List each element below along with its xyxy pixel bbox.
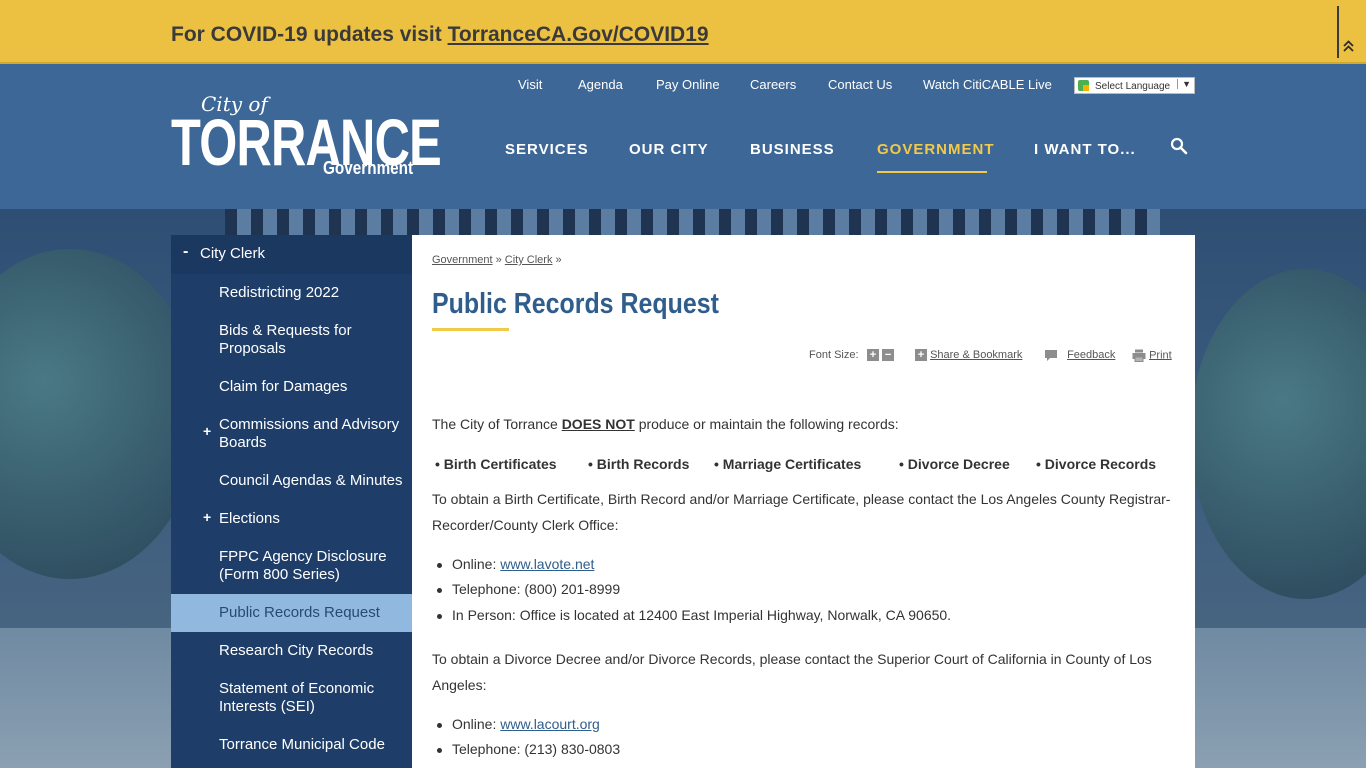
- record-type-item: • Birth Certificates: [435, 456, 557, 472]
- divorce-online-label: Online:: [452, 716, 501, 732]
- sidebar-item-council-agendas[interactable]: Council Agendas & Minutes: [219, 472, 409, 490]
- font-size-label: Font Size:: [809, 349, 859, 361]
- sidebar-item-municipal-code[interactable]: Torrance Municipal Code: [219, 736, 409, 754]
- sidebar-parent-row[interactable]: - City Clerk: [171, 235, 412, 274]
- record-type-item: • Divorce Decree: [899, 456, 1010, 472]
- sidebar-nav: - City Clerk Redistricting 2022 Bids & R…: [171, 235, 412, 768]
- list-item: Telephone: (800) 201-8999: [436, 581, 621, 597]
- intro-before: The City of Torrance: [432, 416, 562, 432]
- nav-government[interactable]: GOVERNMENT: [877, 141, 995, 158]
- record-type-item: • Marriage Certificates: [714, 456, 862, 472]
- sidebar-item-bids[interactable]: Bids & Requests for Proposals: [219, 322, 409, 358]
- lacourt-link[interactable]: www.lacourt.org: [500, 716, 600, 732]
- intro-after: produce or maintain the following record…: [634, 416, 899, 432]
- util-nav-visit[interactable]: Visit: [518, 77, 542, 92]
- intro-emphasis: DOES NOT: [561, 416, 635, 432]
- lavote-link[interactable]: www.lavote.net: [500, 556, 594, 572]
- print-link[interactable]: Print: [1149, 349, 1172, 361]
- util-nav-contact-us[interactable]: Contact Us: [828, 77, 892, 92]
- sidebar-item-redistricting[interactable]: Redistricting 2022: [219, 284, 409, 302]
- language-select[interactable]: Select Language ▼: [1074, 77, 1195, 94]
- breadcrumb-government[interactable]: Government: [432, 254, 493, 266]
- breadcrumb-city-clerk[interactable]: City Clerk: [505, 254, 553, 266]
- dropdown-arrow-icon: ▼: [1177, 79, 1191, 89]
- covid-prefix: For COVID-19 updates visit: [171, 23, 448, 46]
- breadcrumb-separator: »: [555, 254, 562, 266]
- nav-business[interactable]: BUSINESS: [750, 141, 835, 158]
- share-bookmark[interactable]: + Share & Bookmark: [915, 349, 1022, 362]
- feedback[interactable]: Feedback: [1044, 349, 1115, 362]
- sidebar-item-claim-damages[interactable]: Claim for Damages: [219, 378, 409, 396]
- title-accent-bar: [432, 328, 509, 331]
- list-item: Telephone: (213) 830-0803: [436, 741, 621, 757]
- sidebar-item-elections[interactable]: Elections: [219, 510, 409, 528]
- list-item: Online: www.lacourt.org: [437, 716, 600, 732]
- nav-i-want-to[interactable]: I WANT TO...: [1034, 141, 1136, 158]
- font-decrease-icon[interactable]: −: [882, 349, 895, 362]
- divorce-paragraph: To obtain a Divorce Decree and/or Divorc…: [432, 651, 1152, 693]
- share-bookmark-link[interactable]: Share & Bookmark: [930, 349, 1022, 361]
- nav-services[interactable]: SERVICES: [505, 141, 589, 158]
- util-nav-pay-online[interactable]: Pay Online: [656, 77, 720, 92]
- print-icon: [1132, 349, 1146, 362]
- font-size-controls: + −: [867, 349, 895, 362]
- font-increase-icon[interactable]: +: [867, 349, 879, 362]
- print[interactable]: Print: [1132, 349, 1172, 362]
- sidebar-item-research-records[interactable]: Research City Records: [219, 642, 409, 660]
- background-tree: [1190, 269, 1366, 599]
- logo-sub: Government: [323, 158, 414, 178]
- sidebar-item-public-records[interactable]: Public Records Request: [219, 604, 409, 622]
- search-icon[interactable]: [1170, 137, 1188, 155]
- record-type-item: • Divorce Records: [1036, 456, 1157, 472]
- breadcrumb: Government » City Clerk »: [432, 254, 562, 266]
- main-content: Government » City Clerk » Public Records…: [412, 235, 1195, 768]
- sidebar-item-sei[interactable]: Statement of Economic Interests (SEI): [219, 680, 409, 716]
- covid-divider: [1337, 6, 1339, 58]
- background-tree: [0, 249, 200, 579]
- feedback-icon: [1045, 350, 1057, 361]
- sidebar-item-fppc[interactable]: FPPC Agency Disclosure (Form 800 Series): [219, 548, 409, 584]
- covid-banner: For COVID-19 updates visit TorranceCA.Go…: [0, 0, 1366, 64]
- nav-our-city[interactable]: OUR CITY: [629, 141, 709, 158]
- double-chevron-up-icon[interactable]: [1343, 40, 1354, 54]
- background-building: [225, 209, 1160, 237]
- birth-online-label: Online:: [452, 556, 501, 572]
- util-nav-careers[interactable]: Careers: [750, 77, 796, 92]
- record-type-item: • Birth Records: [588, 456, 690, 472]
- expand-icon[interactable]: +: [203, 423, 211, 439]
- sidebar-parent-label[interactable]: City Clerk: [200, 245, 265, 262]
- covid-message: For COVID-19 updates visit TorranceCA.Go…: [171, 23, 709, 47]
- feedback-link[interactable]: Feedback: [1067, 349, 1115, 361]
- collapse-icon[interactable]: -: [183, 243, 188, 261]
- expand-icon[interactable]: +: [203, 509, 211, 525]
- birth-paragraph: To obtain a Birth Certificate, Birth Rec…: [432, 491, 1171, 533]
- share-plus-icon: +: [915, 349, 927, 362]
- breadcrumb-separator: »: [495, 254, 502, 266]
- util-nav-agenda[interactable]: Agenda: [578, 77, 623, 92]
- language-label: Select Language: [1095, 81, 1171, 92]
- google-translate-icon: [1078, 80, 1089, 91]
- nav-active-indicator: [877, 171, 987, 173]
- covid-link[interactable]: TorranceCA.Gov/COVID19: [448, 23, 709, 46]
- page-title: Public Records Request: [432, 288, 719, 320]
- list-item: Online: www.lavote.net: [436, 556, 594, 572]
- util-nav-citicable[interactable]: Watch CitiCABLE Live: [923, 77, 1052, 92]
- intro-paragraph: The City of Torrance DOES NOT produce or…: [432, 411, 1177, 437]
- list-item: In Person: Office is located at 12400 Ea…: [436, 607, 952, 623]
- sidebar-item-commissions[interactable]: Commissions and Advisory Boards: [219, 416, 409, 452]
